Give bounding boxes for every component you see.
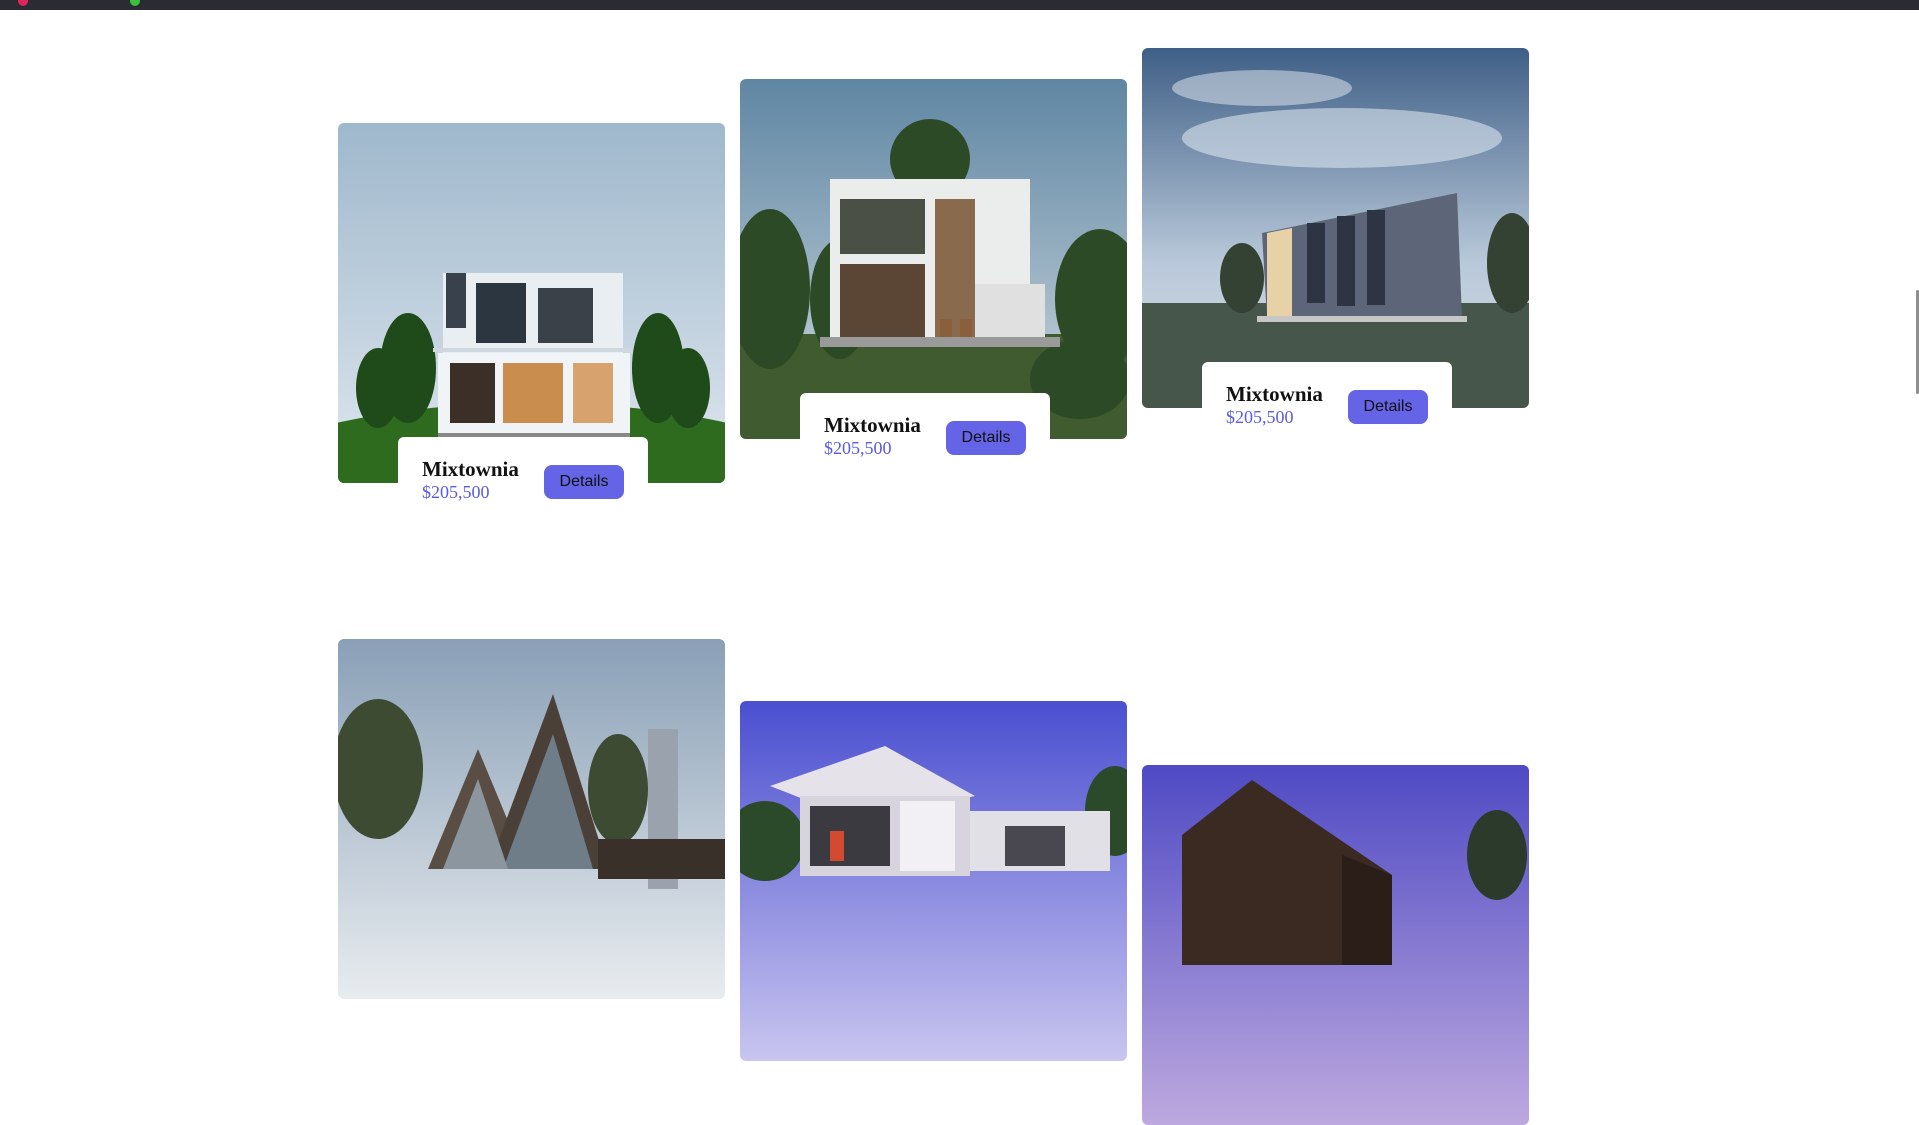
house-photo[interactable] — [740, 701, 1127, 1061]
house-photo[interactable] — [1142, 48, 1529, 408]
house-photo[interactable] — [338, 123, 725, 483]
listing-card: Mixtownia $205,500 Details — [740, 79, 1127, 473]
listing-card: Mixtownia $205,500 Details — [338, 123, 725, 517]
listing-card — [740, 701, 1127, 1061]
listing-info-panel: Mixtownia $205,500 Details — [1202, 362, 1452, 442]
house-photo[interactable] — [740, 79, 1127, 439]
listing-info-panel: Mixtownia $205,500 Details — [398, 437, 648, 517]
listing-info-panel: Mixtownia $205,500 Details — [800, 393, 1050, 473]
listing-card: Mixtownia $205,500 Details — [1142, 48, 1529, 442]
browser-top-bar — [0, 0, 1919, 10]
green-dot-icon — [130, 0, 140, 6]
details-button[interactable]: Details — [946, 421, 1026, 455]
details-button[interactable]: Details — [1348, 390, 1428, 424]
house-photo[interactable] — [338, 639, 725, 999]
house-photo[interactable] — [1142, 765, 1529, 1125]
red-dot-icon — [18, 0, 28, 6]
listing-card — [338, 639, 725, 999]
listing-card — [1142, 765, 1529, 1125]
details-button[interactable]: Details — [544, 465, 624, 499]
